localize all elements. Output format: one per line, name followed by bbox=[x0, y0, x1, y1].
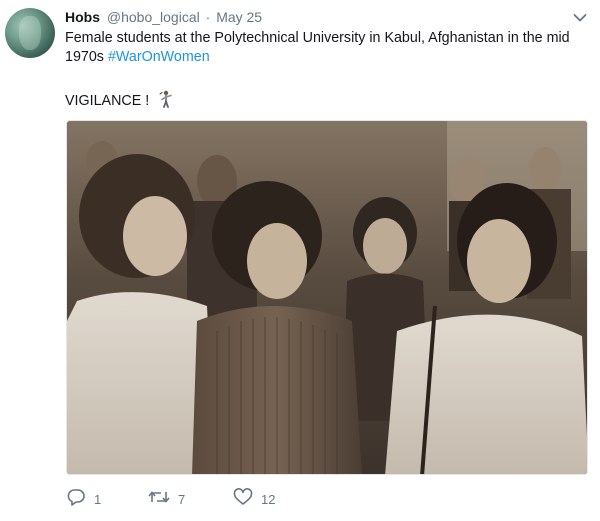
reply-icon bbox=[66, 488, 86, 511]
author-handle[interactable]: @hobo_logical bbox=[107, 9, 200, 25]
author-name[interactable]: Hobs bbox=[65, 9, 100, 25]
tweet-card[interactable]: Hobs @hobo_logical · May 25 Female stude… bbox=[0, 0, 600, 521]
reply-count: 1 bbox=[94, 491, 102, 507]
retweet-icon bbox=[148, 488, 170, 511]
tweet-header: Hobs @hobo_logical · May 25 bbox=[65, 8, 262, 26]
photo-scene bbox=[67, 121, 587, 474]
tweet-photo[interactable] bbox=[66, 120, 588, 475]
like-button[interactable]: 12 bbox=[233, 487, 276, 511]
hashtag-link[interactable]: #WarOnWomen bbox=[108, 49, 210, 65]
man-icon bbox=[157, 90, 173, 114]
retweet-count: 7 bbox=[178, 491, 186, 507]
vigilance-text: VIGILANCE ! bbox=[65, 93, 150, 109]
chevron-down-icon[interactable] bbox=[571, 10, 589, 26]
avatar[interactable] bbox=[5, 8, 55, 58]
like-count: 12 bbox=[261, 491, 276, 507]
tweet-date[interactable]: May 25 bbox=[216, 9, 262, 25]
heart-icon bbox=[233, 487, 253, 511]
reply-button[interactable]: 1 bbox=[66, 488, 101, 510]
tweet-text: Female students at the Polytechnical Uni… bbox=[65, 29, 585, 67]
separator-dot: · bbox=[205, 9, 211, 25]
retweet-button[interactable]: 7 bbox=[148, 488, 185, 510]
tweet-text-line-2: VIGILANCE ! bbox=[65, 90, 173, 114]
tweet-actions: 1 7 12 bbox=[66, 487, 586, 511]
